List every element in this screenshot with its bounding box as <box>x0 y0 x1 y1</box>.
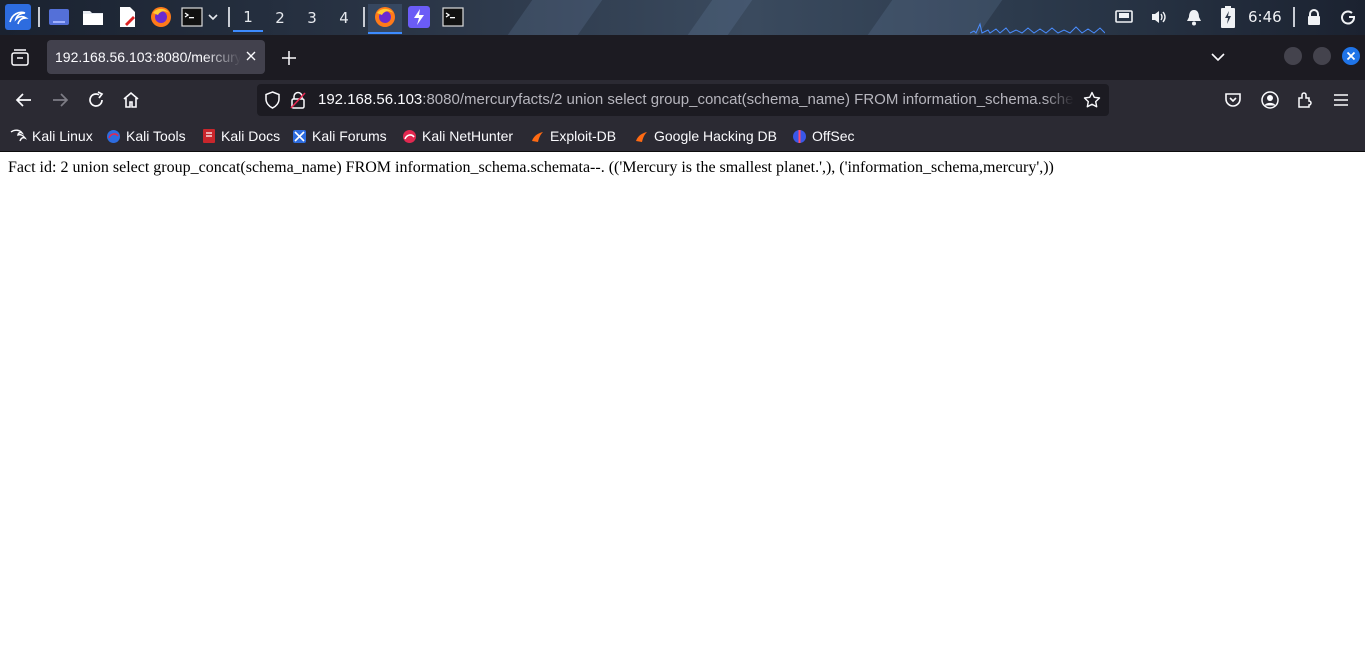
battery-icon <box>1221 6 1235 28</box>
bookmark-label: OffSec <box>812 128 855 144</box>
forward-icon[interactable] <box>50 90 70 110</box>
bookmark-kali-forums[interactable]: Kali Forums <box>292 126 387 146</box>
notifications-button[interactable] <box>1183 4 1205 30</box>
bookmark-label: Kali Tools <box>126 128 186 144</box>
bookmark-kali-tools[interactable]: Kali Tools <box>106 126 186 146</box>
kali-tools-icon <box>107 129 120 143</box>
url-host: 192.168.56.103 <box>318 91 423 108</box>
pocket-icon[interactable] <box>1223 90 1243 110</box>
insecure-lock-icon[interactable] <box>290 91 306 109</box>
chevron-down-icon <box>208 14 218 21</box>
nethunter-icon <box>403 129 416 143</box>
kali-menu-button[interactable] <box>4 4 32 30</box>
bookmark-google-hacking-db[interactable]: Google Hacking DB <box>634 126 777 146</box>
bookmark-kali-linux[interactable]: Kali Linux <box>10 126 93 146</box>
kali-menu-icon <box>5 4 31 30</box>
volume-icon <box>1152 11 1166 23</box>
window-close-button[interactable] <box>1342 47 1360 65</box>
ghdb-icon <box>636 131 647 142</box>
burp-task-icon <box>408 6 430 28</box>
back-icon[interactable] <box>14 90 34 110</box>
hamburger-menu-icon[interactable] <box>1331 90 1351 110</box>
minimize-button[interactable] <box>1284 47 1302 65</box>
show-desktop-button[interactable] <box>47 4 71 30</box>
launcher-dropdown-button[interactable] <box>206 4 220 30</box>
logout-button[interactable] <box>1337 4 1359 30</box>
list-all-tabs-icon[interactable] <box>1210 51 1226 63</box>
wallpaper-streak <box>687 0 753 35</box>
firefox-icon <box>151 7 171 27</box>
bookmark-label: Kali NetHunter <box>422 128 514 144</box>
bell-icon <box>1187 9 1201 25</box>
taskbar-separator <box>38 7 40 27</box>
taskbar-separator <box>1293 7 1295 27</box>
terminal-task-button[interactable] <box>441 4 465 30</box>
url-bar[interactable]: 192.168.56.103:8080/mercuryfacts/2 union… <box>257 84 1109 116</box>
text-editor-icon <box>120 7 135 27</box>
navigation-toolbar: 192.168.56.103:8080/mercuryfacts/2 union… <box>0 80 1365 120</box>
firefox-launcher-button[interactable] <box>149 4 173 30</box>
firefox-view-icon[interactable] <box>11 49 29 66</box>
workspace-3[interactable]: 3 <box>297 4 327 32</box>
bookmark-label: Exploit-DB <box>550 128 617 144</box>
kali-dragon-icon <box>10 129 27 142</box>
taskbar-separator <box>228 7 230 27</box>
taskbar-separator <box>363 7 365 27</box>
kali-forums-icon <box>293 129 306 143</box>
bookmark-kali-nethunter[interactable]: Kali NetHunter <box>402 126 513 146</box>
maximize-button[interactable] <box>1313 47 1331 65</box>
workspace-2[interactable]: 2 <box>265 4 295 32</box>
page-body-text: Fact id: 2 union select group_concat(sch… <box>8 159 1054 176</box>
close-icon[interactable] <box>243 48 259 64</box>
text-editor-button[interactable] <box>115 4 139 30</box>
offsec-icon <box>793 129 806 143</box>
tab-strip: 192.168.56.103:8080/mercuryfacts/2 union… <box>0 35 1365 80</box>
terminal-icon <box>181 7 203 27</box>
file-manager-icon <box>83 11 103 25</box>
clock[interactable]: 6:46 <box>1248 8 1282 26</box>
bookmarks-toolbar: Kali Linux Kali Tools Kali Docs Kali For… <box>0 120 1365 152</box>
home-icon[interactable] <box>121 90 141 110</box>
lock-icon <box>1308 9 1320 25</box>
bookmark-star-icon[interactable] <box>1083 91 1101 109</box>
bookmark-exploit-db[interactable]: Exploit-DB <box>530 126 616 146</box>
account-icon[interactable] <box>1260 90 1280 110</box>
tab-active[interactable]: 192.168.56.103:8080/mercuryfacts/2 union… <box>47 40 265 74</box>
display-icon <box>1115 10 1133 23</box>
terminal-task-icon <box>442 7 464 27</box>
tab-title: 192.168.56.103:8080/mercuryfacts/2 union… <box>55 49 241 65</box>
bookmark-kali-docs[interactable]: Kali Docs <box>202 126 280 146</box>
show-desktop-icon <box>49 9 69 25</box>
kali-docs-icon <box>203 129 215 143</box>
terminal-launcher-button[interactable] <box>180 4 204 30</box>
firefox-task-icon <box>375 7 395 27</box>
workspace-1[interactable]: 1 <box>233 4 263 32</box>
bookmark-label: Google Hacking DB <box>654 128 777 144</box>
burp-task-button[interactable] <box>407 4 431 30</box>
file-manager-button[interactable] <box>81 4 105 30</box>
battery-button[interactable] <box>1217 4 1239 30</box>
exploit-db-icon <box>532 131 543 142</box>
new-tab-icon[interactable] <box>281 50 297 66</box>
display-button[interactable] <box>1113 4 1135 30</box>
volume-button[interactable] <box>1148 4 1170 30</box>
lock-screen-button[interactable] <box>1303 4 1325 30</box>
firefox-task-button[interactable] <box>368 4 402 34</box>
power-icon <box>1341 10 1355 25</box>
wallpaper-streak <box>507 0 603 35</box>
cpu-graph <box>970 22 1105 34</box>
close-icon <box>1346 51 1356 61</box>
reload-icon[interactable] <box>86 90 106 110</box>
extensions-icon[interactable] <box>1296 90 1316 110</box>
url-path: :8080/mercuryfacts/2 union select group_… <box>422 91 1074 108</box>
workspace-4[interactable]: 4 <box>329 4 359 32</box>
taskbar: 1 2 3 4 6:46 <box>0 0 1365 35</box>
tracking-protection-shield-icon[interactable] <box>264 91 281 109</box>
bookmark-label: Kali Linux <box>32 128 93 144</box>
bookmark-label: Kali Forums <box>312 128 387 144</box>
url-text[interactable]: 192.168.56.103:8080/mercuryfacts/2 union… <box>318 91 1074 108</box>
bookmark-label: Kali Docs <box>221 128 281 144</box>
bookmark-offsec[interactable]: OffSec <box>792 126 855 146</box>
